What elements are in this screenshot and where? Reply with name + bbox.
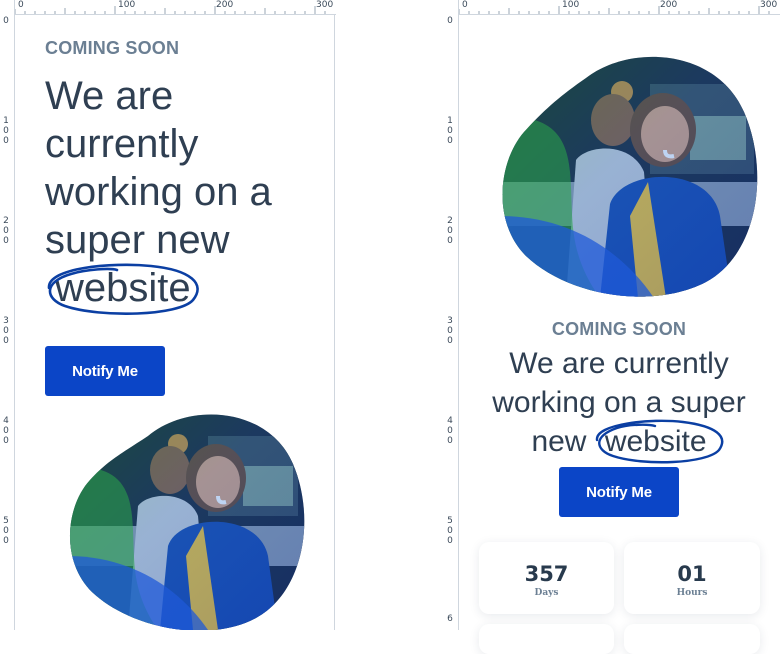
ruler-label: 100 [447, 116, 453, 146]
ruler-label: 500 [447, 516, 453, 546]
highlighted-word: website [595, 419, 724, 464]
headline-line: We are currently [509, 347, 729, 380]
ruler-label: 6 [447, 614, 453, 624]
page-edge [334, 0, 335, 630]
countdown-card-partial [624, 624, 760, 654]
vertical-ruler: 0 100 200 300 400 500 [0, 0, 15, 630]
ruler-label: 400 [447, 416, 453, 446]
countdown-label: Days [534, 588, 559, 598]
countdown-card-hours: 01 Hours [624, 542, 760, 614]
countdown-card-partial [479, 624, 614, 654]
countdown-card-days: 357 Days [479, 542, 614, 614]
team-at-desk-blob [502, 56, 758, 297]
headline-line: working on a [45, 170, 272, 214]
ruler-label: 200 [3, 216, 9, 246]
notify-me-button[interactable]: Notify Me [45, 346, 165, 396]
ruler-label: 300 [447, 316, 453, 346]
headline: We are currently working on a super new … [478, 344, 760, 464]
coming-soon-eyebrow: COMING SOON [45, 38, 180, 58]
hand-drawn-ellipse [595, 419, 724, 464]
notify-me-button[interactable]: Notify Me [559, 467, 679, 517]
headline-line: new [531, 425, 587, 458]
ruler-ticks [14, 6, 326, 14]
ruler-label: 0 [3, 16, 9, 26]
countdown-label: Hours [676, 588, 708, 598]
ruler-label: 100 [3, 116, 9, 146]
headline-line: currently [45, 122, 199, 166]
ruler-label: 0 [447, 16, 453, 26]
horizontal-ruler: 0 100 200 300 [444, 0, 780, 15]
countdown-value: 357 [524, 562, 569, 586]
horizontal-ruler: 0 100 200 300 [0, 0, 336, 15]
highlighted-word: website [47, 263, 199, 316]
ruler-label: 400 [3, 416, 9, 446]
ruler-label: 200 [447, 216, 453, 246]
hand-drawn-ellipse [47, 263, 199, 316]
ruler-label: 500 [3, 516, 9, 546]
ruler-ticks [458, 6, 770, 14]
headline-line: We are [45, 74, 174, 118]
mobile-preview-frame-left: 0 100 200 300 0 100 200 300 400 500 COMI… [0, 0, 336, 630]
vertical-ruler: 0 100 200 300 400 500 6 [444, 0, 459, 630]
countdown-value: 01 [677, 562, 707, 586]
headline: We are currently working on a super new … [45, 72, 315, 316]
team-at-desk-blob [69, 414, 305, 630]
coming-soon-eyebrow: COMING SOON [551, 319, 687, 339]
ruler-label: 300 [3, 316, 9, 346]
